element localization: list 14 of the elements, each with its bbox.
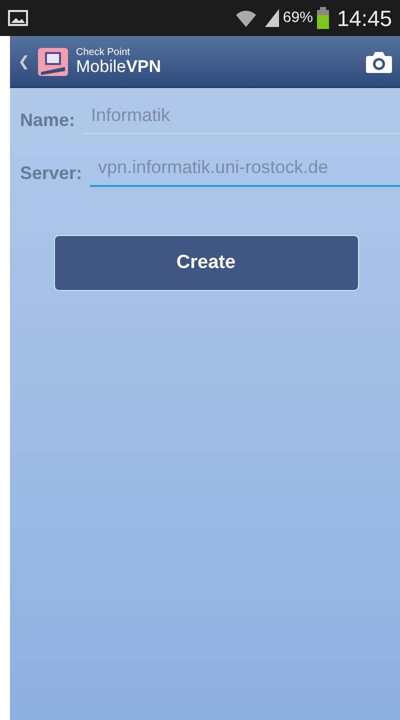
create-button[interactable]: Create xyxy=(54,235,358,291)
brand-name: MobileVPN xyxy=(76,58,162,75)
back-button[interactable]: ❮ xyxy=(18,51,30,72)
signal-icon xyxy=(264,9,279,27)
picture-icon xyxy=(8,10,28,26)
logo-icon xyxy=(38,48,68,76)
brand-caption: Check Point xyxy=(76,48,131,58)
field-label: Server: xyxy=(20,162,82,185)
camera-icon[interactable] xyxy=(366,50,392,72)
wifi-icon xyxy=(234,8,257,28)
field-label: Name: xyxy=(20,109,76,132)
clock-time: 14:45 xyxy=(336,4,392,32)
battery-icon xyxy=(316,7,329,29)
battery-percent: 69% xyxy=(282,8,313,28)
